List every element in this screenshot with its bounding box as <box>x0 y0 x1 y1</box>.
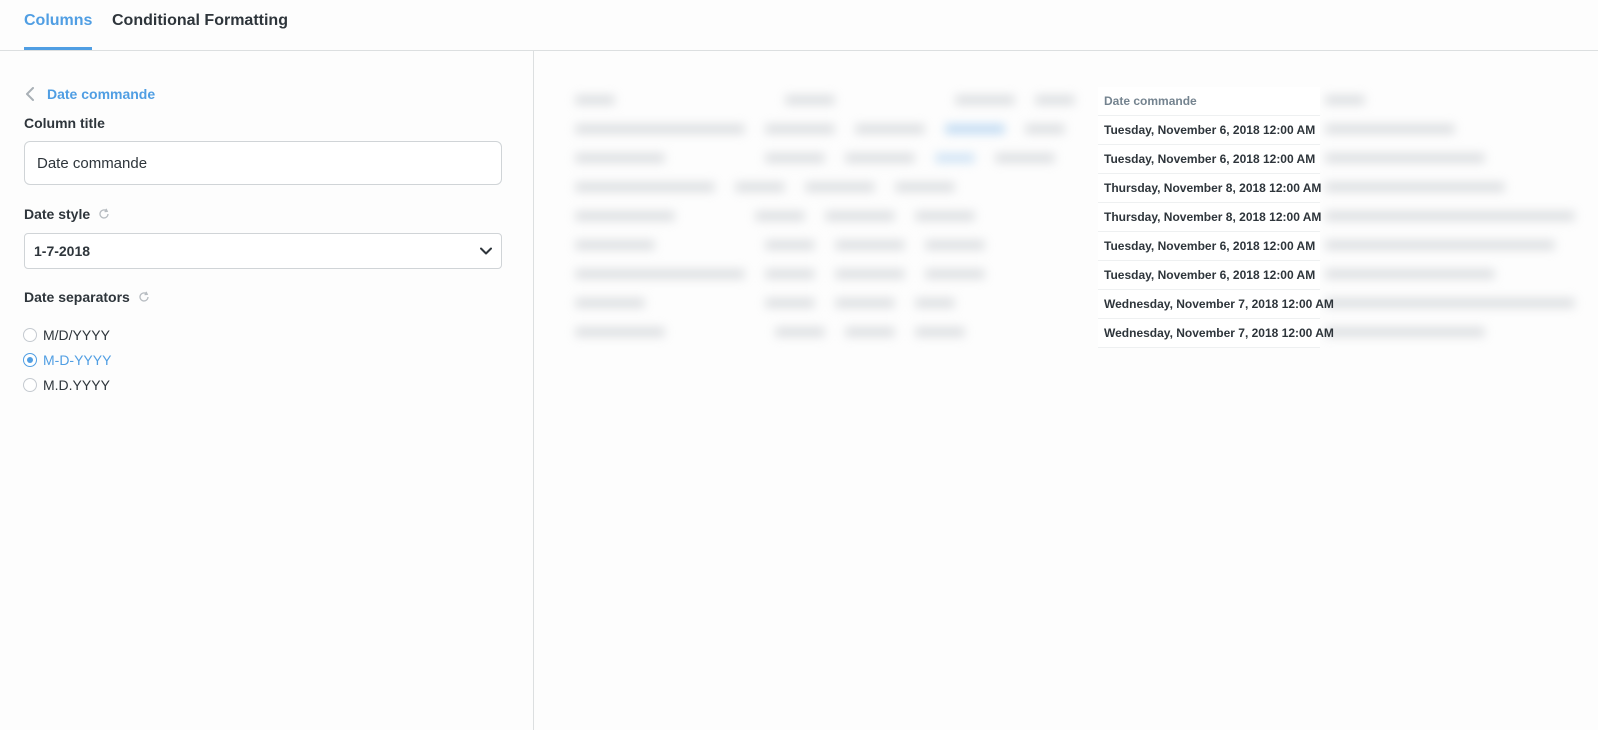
tab-bar: Columns Conditional Formatting <box>0 0 1598 51</box>
chevron-down-icon <box>480 247 492 255</box>
table-cell: Tuesday, November 6, 2018 12:00 AM <box>1098 232 1320 261</box>
date-separators-label: Date separators <box>24 289 130 305</box>
column-settings-panel: Date commande Column title Date style 1-… <box>0 51 534 730</box>
date-separators-label-row: Date separators <box>24 289 150 305</box>
table-cell: Tuesday, November 6, 2018 12:00 AM <box>1098 116 1320 145</box>
table-cell: Wednesday, November 7, 2018 12:00 AM <box>1098 319 1334 348</box>
table-cell: Tuesday, November 6, 2018 12:00 AM <box>1098 261 1320 290</box>
reset-icon[interactable] <box>138 291 150 303</box>
table-cell: Thursday, November 8, 2018 12:00 AM <box>1098 174 1321 203</box>
date-commande-column: Date commande Tuesday, November 6, 2018 … <box>1098 87 1334 348</box>
separator-option-label: M-D-YYYY <box>43 352 112 368</box>
blurred-right-column <box>1315 81 1598 381</box>
column-title-input[interactable] <box>24 141 502 185</box>
reset-icon[interactable] <box>98 208 110 220</box>
radio-button[interactable] <box>23 378 37 392</box>
column-header: Date commande <box>1098 87 1320 116</box>
table-cell: Wednesday, November 7, 2018 12:00 AM <box>1098 290 1334 319</box>
chevron-left-icon <box>26 87 34 101</box>
back-to-columns-button[interactable]: Date commande <box>24 84 155 104</box>
tab-conditional-formatting[interactable]: Conditional Formatting <box>112 12 288 50</box>
separator-option-dot[interactable]: M.D.YYYY <box>23 375 110 395</box>
radio-button[interactable] <box>23 328 37 342</box>
date-style-select[interactable]: 1-7-2018 <box>24 233 502 269</box>
back-label: Date commande <box>47 86 156 102</box>
table-preview: Date commande Tuesday, November 6, 2018 … <box>535 51 1598 730</box>
table-cell: Tuesday, November 6, 2018 12:00 AM <box>1098 145 1320 174</box>
tab-columns[interactable]: Columns <box>24 12 93 50</box>
date-style-label-row: Date style <box>24 206 110 222</box>
separator-option-slash[interactable]: M/D/YYYY <box>23 325 110 345</box>
date-style-label: Date style <box>24 206 91 222</box>
date-style-value: 1-7-2018 <box>34 243 91 259</box>
separator-option-label: M/D/YYYY <box>43 327 110 343</box>
table-cell: Thursday, November 8, 2018 12:00 AM <box>1098 203 1321 232</box>
separator-option-dash[interactable]: M-D-YYYY <box>23 350 111 370</box>
radio-button-checked[interactable] <box>23 353 37 367</box>
column-title-label: Column title <box>24 115 105 131</box>
separator-option-label: M.D.YYYY <box>43 377 110 393</box>
